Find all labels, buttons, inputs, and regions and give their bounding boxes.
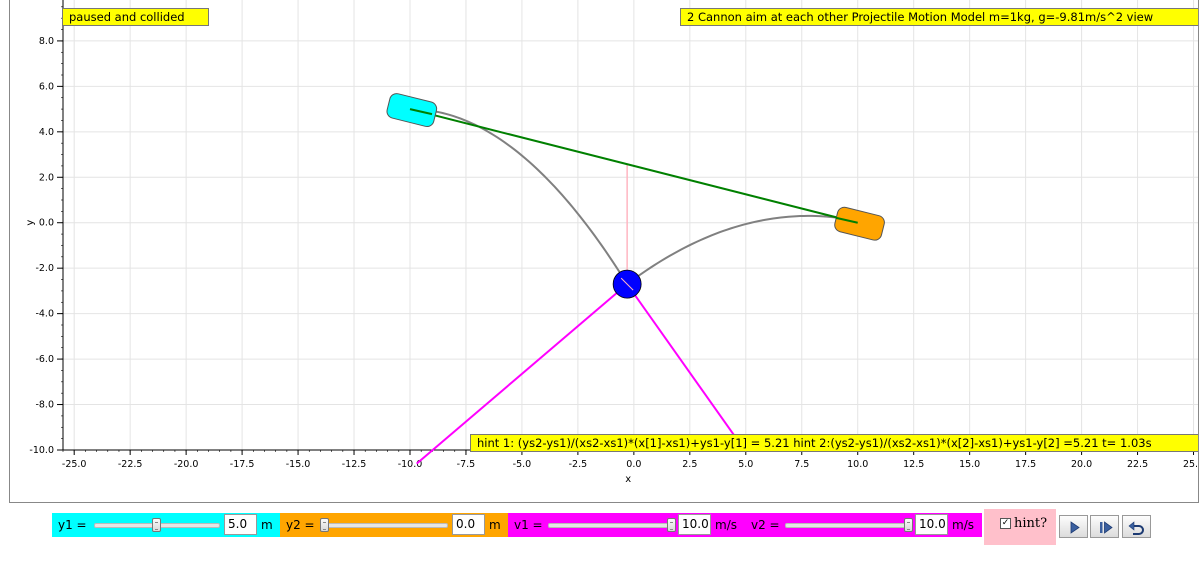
x-tick-label: -22.5 [118, 459, 143, 470]
y-tick-label: 6.0 [39, 81, 54, 92]
x-tick-label: 2.5 [682, 459, 697, 470]
v1-slider[interactable] [544, 513, 678, 537]
v2-control: v2 = 10.0 [745, 513, 948, 537]
y-tick-label: 4.0 [39, 127, 54, 138]
step-button[interactable] [1090, 515, 1119, 538]
v2-unit: m/s [952, 518, 974, 532]
v2-slider[interactable] [781, 513, 915, 537]
v1-slider-thumb[interactable] [667, 518, 676, 532]
grid [63, 0, 1198, 451]
plot-panel[interactable]: -25.0 -22.5 -20.0 -17.5 -15.0 -12.5 -10.0 -7.5 -… [9, 0, 1199, 503]
v2-label: v2 = [751, 518, 780, 532]
y-tick-label: -10.0 [29, 445, 54, 456]
checkbox-check-icon[interactable]: ✓ [1000, 518, 1011, 529]
v2-input[interactable]: 10.0 [915, 514, 948, 535]
reset-button[interactable] [1122, 515, 1151, 538]
y1-unit: m [261, 518, 273, 532]
x-tick-label: 5.0 [738, 459, 753, 470]
status-label: paused and collided [62, 8, 209, 26]
v2-slider-thumb[interactable] [904, 518, 913, 532]
x-tick-label: 20.0 [1071, 459, 1092, 470]
y1-unit-box: m [257, 513, 280, 537]
hint-checkbox-label: hint? [1014, 516, 1048, 531]
axes: -25.0 -22.5 -20.0 -17.5 -15.0 -12.5 -10.0 -7.5 -… [25, 0, 1198, 485]
y2-slider-thumb[interactable] [320, 518, 329, 532]
v1-unit: m/s [715, 518, 737, 532]
y-tick-label: 8.0 [39, 36, 54, 47]
v1-label: v1 = [514, 518, 543, 532]
x-tick-label: 0.0 [626, 459, 641, 470]
x-tick-label: -5.0 [513, 459, 532, 470]
y1-slider[interactable] [90, 513, 224, 537]
y1-label: y1 = [58, 518, 87, 532]
y2-slider[interactable] [318, 513, 452, 537]
x-tick-label: -7.5 [457, 459, 476, 470]
y-tick-label: 2.0 [39, 172, 54, 183]
y1-slider-thumb[interactable] [152, 518, 161, 532]
y-tick-label: -2.0 [35, 263, 54, 274]
y2-slider-rail [322, 523, 448, 528]
v1-unit-box: m/s [711, 513, 745, 537]
reset-icon [1128, 521, 1144, 535]
x-tick-label: 12.5 [903, 459, 924, 470]
x-tick-label: 7.5 [794, 459, 809, 470]
x-tick-label: -15.0 [286, 459, 311, 470]
y2-label: y2 = [286, 518, 315, 532]
v1-input[interactable]: 10.0 [678, 514, 711, 535]
v1-slider-rail [548, 523, 674, 528]
x-tick-label: 17.5 [1015, 459, 1036, 470]
y2-unit: m [489, 518, 501, 532]
x-tick-label: -25.0 [62, 459, 87, 470]
x-tick-label: 15.0 [959, 459, 980, 470]
trajectory-cannon2 [626, 214, 858, 285]
x-tick-label: 25.0 [1183, 459, 1198, 470]
y1-control: y1 = 5.0 [52, 513, 257, 537]
x-tick-label: 22.5 [1127, 459, 1148, 470]
v2-unit-box: m/s [948, 513, 982, 537]
trajectory-cannon1 [409, 108, 628, 285]
play-button[interactable] [1059, 515, 1088, 538]
x-tick-label: -12.5 [342, 459, 367, 470]
play-icon [1070, 521, 1080, 534]
x-tick-label: -2.5 [569, 459, 588, 470]
scene [386, 93, 885, 465]
y-tick-label: -4.0 [35, 309, 54, 320]
x-tick-label: -10.0 [398, 459, 423, 470]
y-tick-label: -6.0 [35, 354, 54, 365]
velocity-vector-2 [626, 283, 743, 447]
y-tick-label: -8.0 [35, 400, 54, 411]
x-axis-label: x [625, 474, 631, 485]
y-axis-label: y [25, 220, 36, 226]
hint-checkbox[interactable]: ✓ hint? [984, 509, 1056, 545]
cannon-2 [834, 206, 885, 241]
title-label: 2 Cannon aim at each other Projectile Mo… [680, 8, 1198, 26]
y2-unit-box: m [485, 513, 508, 537]
plot-canvas[interactable]: -25.0 -22.5 -20.0 -17.5 -15.0 -12.5 -10.0 -7.5 -… [10, 0, 1198, 502]
step-icon [1100, 521, 1113, 534]
x-tick-label: -17.5 [230, 459, 255, 470]
y-tick-label: 0.0 [39, 218, 54, 229]
v1-control: v1 = 10.0 [508, 513, 711, 537]
x-tick-label: -20.0 [174, 459, 199, 470]
x-tick-label: 10.0 [847, 459, 868, 470]
hint-label: hint 1: (ys2-ys1)/(xs2-xs1)*(x[1]-xs1)+y… [470, 434, 1198, 452]
y2-input[interactable]: 0.0 [452, 514, 485, 535]
y1-input[interactable]: 5.0 [224, 514, 257, 535]
v2-slider-rail [785, 523, 911, 528]
y2-control: y2 = 0.0 [280, 513, 485, 537]
